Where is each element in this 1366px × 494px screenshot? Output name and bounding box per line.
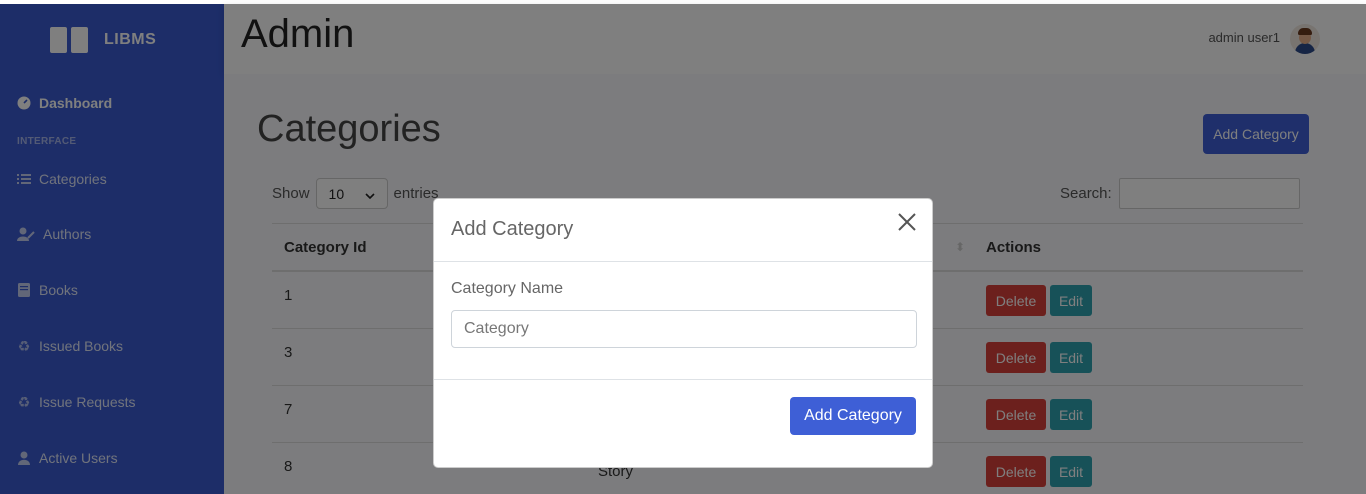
modal-header: Add Category (434, 199, 932, 262)
close-icon[interactable] (896, 211, 918, 233)
category-name-input[interactable] (451, 310, 917, 348)
modal-title: Add Category (451, 218, 574, 240)
add-category-modal: Add Category Category Name Add Category (433, 198, 933, 468)
category-name-label: Category Name (451, 280, 564, 297)
modal-body: Category Name (434, 262, 932, 380)
submit-add-category-button[interactable]: Add Category (790, 397, 916, 435)
